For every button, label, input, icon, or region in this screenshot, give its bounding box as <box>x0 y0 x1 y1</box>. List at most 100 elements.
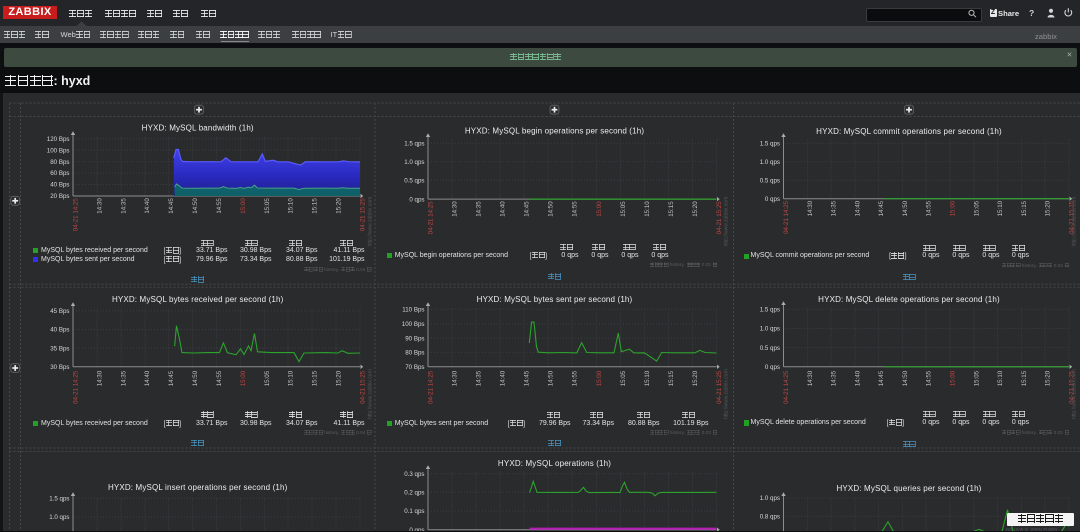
svg-text:40 Bps: 40 Bps <box>50 182 69 189</box>
svg-text:110 Bps: 110 Bps <box>402 307 424 314</box>
svg-text:80 Bps: 80 Bps <box>405 350 424 357</box>
svg-text:14:40: 14:40 <box>144 370 151 386</box>
svg-text:15:05: 15:05 <box>973 200 980 216</box>
svg-text:HYXD: MySQL bytes received per: HYXD: MySQL bytes received per second (1… <box>112 295 284 304</box>
svg-text:15:20: 15:20 <box>1045 370 1052 386</box>
svg-text:14:50: 14:50 <box>548 370 555 386</box>
svg-text:HYXD: MySQL begin operations p: HYXD: MySQL begin operations per second … <box>465 127 644 136</box>
svg-text:15:15: 15:15 <box>312 198 319 214</box>
svg-text:15:15: 15:15 <box>1021 200 1028 216</box>
svg-text:14:55: 14:55 <box>572 370 579 386</box>
svg-text:15:20: 15:20 <box>336 370 343 386</box>
svg-text:14:40: 14:40 <box>144 198 151 214</box>
svg-text:14:35: 14:35 <box>476 370 483 386</box>
svg-text:14:35: 14:35 <box>476 201 483 217</box>
svg-text:HYXD: MySQL commit operations: HYXD: MySQL commit operations per second… <box>816 127 1002 136</box>
svg-text:14:50: 14:50 <box>902 370 909 386</box>
svg-text:HYXD: MySQL insert operations: HYXD: MySQL insert operations per second… <box>108 483 288 492</box>
svg-text:14:35: 14:35 <box>120 198 127 214</box>
svg-text:15:20: 15:20 <box>1045 200 1052 216</box>
svg-text:14:45: 14:45 <box>878 200 885 216</box>
svg-text:04-21 14:25: 04-21 14:25 <box>73 198 80 232</box>
svg-text:1.0 qps: 1.0 qps <box>760 159 780 166</box>
svg-text:0 qps: 0 qps <box>765 364 780 371</box>
svg-text:14:35: 14:35 <box>120 370 127 386</box>
svg-text:15:10: 15:10 <box>997 200 1004 216</box>
svg-text:14:50: 14:50 <box>902 200 909 216</box>
svg-text:1.0 qps: 1.0 qps <box>49 514 69 521</box>
svg-text:04-21 14:25: 04-21 14:25 <box>73 370 80 404</box>
svg-text:90 Bps: 90 Bps <box>405 335 424 342</box>
svg-text:http://www.zabbix.com: http://www.zabbix.com <box>368 369 374 419</box>
svg-text:0.3 qps: 0.3 qps <box>404 471 424 478</box>
svg-text:1.5 qps: 1.5 qps <box>760 140 780 147</box>
svg-text:04-21 14:25: 04-21 14:25 <box>783 370 790 404</box>
svg-text:1.5 qps: 1.5 qps <box>49 496 69 503</box>
svg-text:14:30: 14:30 <box>807 200 814 216</box>
svg-text:15:05: 15:05 <box>620 370 627 386</box>
svg-text:0 qps: 0 qps <box>409 196 424 203</box>
svg-text:14:55: 14:55 <box>572 201 579 217</box>
svg-text:0.2 qps: 0.2 qps <box>404 490 424 497</box>
svg-text:14:50: 14:50 <box>192 198 199 214</box>
svg-text:100 Bps: 100 Bps <box>47 147 70 154</box>
svg-text:14:30: 14:30 <box>452 201 459 217</box>
svg-text:14:45: 14:45 <box>878 370 885 386</box>
svg-text:04-21 14:25: 04-21 14:25 <box>428 201 435 235</box>
svg-text:04-21 14:25: 04-21 14:25 <box>783 200 790 234</box>
svg-text:0.8 qps: 0.8 qps <box>760 513 780 520</box>
svg-text:1.0 qps: 1.0 qps <box>760 495 780 502</box>
svg-text:0.5 qps: 0.5 qps <box>760 177 780 184</box>
svg-text:0.5 qps: 0.5 qps <box>404 177 424 184</box>
svg-text:15:10: 15:10 <box>288 198 295 214</box>
svg-text:15:20: 15:20 <box>692 370 699 386</box>
svg-text:14:55: 14:55 <box>926 200 933 216</box>
svg-text:20 Bps: 20 Bps <box>50 193 69 200</box>
svg-text:http://www.zabbix.com: http://www.zabbix.com <box>1072 197 1078 247</box>
svg-text:45 Bps: 45 Bps <box>50 308 69 315</box>
svg-text:14:40: 14:40 <box>854 370 861 386</box>
svg-text:120 Bps: 120 Bps <box>47 136 70 143</box>
svg-text:100 Bps: 100 Bps <box>402 321 425 328</box>
svg-text:HYXD: MySQL delete operations: HYXD: MySQL delete operations per second… <box>818 295 1000 304</box>
svg-text:40 Bps: 40 Bps <box>50 327 69 334</box>
svg-text:HYXD: MySQL queries per second: HYXD: MySQL queries per second (1h) <box>836 484 981 493</box>
svg-text:14:55: 14:55 <box>216 198 223 214</box>
svg-text:0.1 qps: 0.1 qps <box>404 508 424 515</box>
svg-text:04-21 15:25: 04-21 15:25 <box>360 370 367 404</box>
svg-text:04-21 15:25: 04-21 15:25 <box>360 198 367 232</box>
svg-text:04-21 15:25: 04-21 15:25 <box>716 201 723 235</box>
svg-text:15:05: 15:05 <box>620 201 627 217</box>
svg-text:15:10: 15:10 <box>644 201 651 217</box>
svg-text:http://www.zabbix.com: http://www.zabbix.com <box>368 197 374 247</box>
svg-text:60 Bps: 60 Bps <box>50 170 69 177</box>
svg-text:HYXD: MySQL operations (1h): HYXD: MySQL operations (1h) <box>498 459 611 468</box>
svg-text:04-21 14:25: 04-21 14:25 <box>428 370 435 404</box>
svg-text:1.0 qps: 1.0 qps <box>404 159 424 166</box>
svg-text:70 Bps: 70 Bps <box>405 364 424 371</box>
svg-text:15:05: 15:05 <box>264 370 271 386</box>
svg-text:0.5 qps: 0.5 qps <box>760 345 780 352</box>
svg-text:0 qps: 0 qps <box>409 527 424 531</box>
svg-text:14:40: 14:40 <box>854 200 861 216</box>
svg-text:15:10: 15:10 <box>644 370 651 386</box>
svg-text:HYXD: MySQL bytes sent per sec: HYXD: MySQL bytes sent per second (1h) <box>477 295 633 304</box>
svg-text:http://www.zabbix.com: http://www.zabbix.com <box>1072 369 1078 419</box>
svg-text:80 Bps: 80 Bps <box>50 159 69 166</box>
svg-text:14:45: 14:45 <box>168 370 175 386</box>
svg-text:1.5 qps: 1.5 qps <box>404 141 424 148</box>
svg-text:15:15: 15:15 <box>1021 370 1028 386</box>
svg-text:1.0 qps: 1.0 qps <box>760 326 780 333</box>
svg-text:http://www.zabbix.com: http://www.zabbix.com <box>724 369 730 419</box>
svg-text:14:30: 14:30 <box>96 198 103 214</box>
svg-text:15:20: 15:20 <box>336 198 343 214</box>
svg-text:15:15: 15:15 <box>668 370 675 386</box>
svg-text:15:00: 15:00 <box>596 370 603 386</box>
svg-text:14:45: 14:45 <box>524 370 531 386</box>
svg-text:HYXD: MySQL bandwidth (1h): HYXD: MySQL bandwidth (1h) <box>142 123 254 132</box>
svg-text:14:45: 14:45 <box>168 198 175 214</box>
svg-text:14:35: 14:35 <box>831 200 838 216</box>
svg-text:0 qps: 0 qps <box>765 196 780 203</box>
svg-text:15:00: 15:00 <box>596 201 603 217</box>
svg-text:15:05: 15:05 <box>973 370 980 386</box>
